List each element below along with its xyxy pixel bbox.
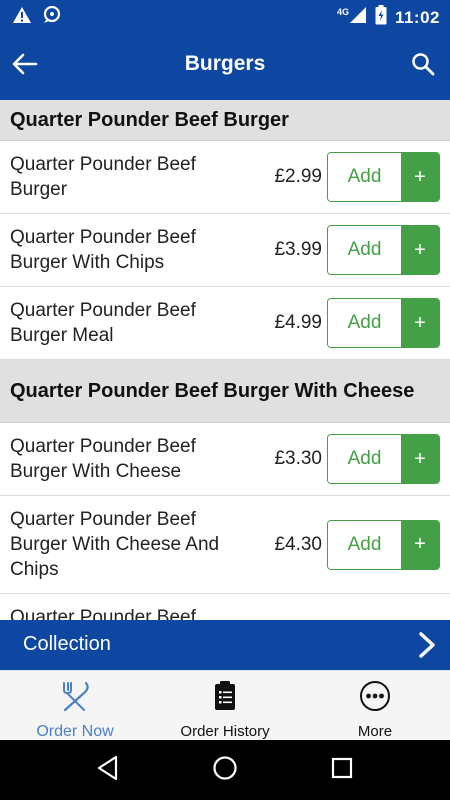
- menu-item: Quarter Pounder Beef Burger With Chips £…: [0, 214, 450, 287]
- add-button[interactable]: Add: [328, 299, 401, 347]
- add-button[interactable]: Add: [328, 226, 401, 274]
- tab-order-history[interactable]: Order History: [150, 671, 300, 740]
- network-type-label: 4G: [336, 6, 349, 17]
- menu-item: Quarter Pounder Beef Burger Meal £4.99 A…: [0, 287, 450, 360]
- plus-button[interactable]: +: [401, 226, 439, 274]
- section-header: Quarter Pounder Beef Burger: [0, 100, 450, 141]
- plus-button[interactable]: +: [401, 299, 439, 347]
- item-name: Quarter Pounder Beef Burger With Chips: [10, 227, 196, 273]
- more-dots-icon: [359, 680, 391, 717]
- search-icon: [411, 52, 435, 81]
- add-button-group: Add +: [327, 298, 440, 348]
- bottom-nav: Order Now Order History More: [0, 670, 450, 740]
- recents-square-icon[interactable]: [330, 756, 354, 785]
- item-name: Quarter Pounder Beef Burger With Cheese …: [10, 509, 220, 580]
- item-name: Quarter Pounder Beef Burger With Cheese: [10, 436, 196, 482]
- tab-label: Order Now: [36, 723, 114, 740]
- status-time: 11:02: [394, 7, 440, 27]
- item-price: £3.30: [274, 448, 322, 469]
- item-name: Quarter Pounder Beef Burger: [10, 154, 196, 200]
- clipboard-icon: [212, 680, 238, 717]
- tab-more[interactable]: More: [300, 671, 450, 740]
- page-title: Burgers: [184, 52, 266, 75]
- add-button[interactable]: Add: [328, 435, 401, 483]
- home-circle-icon[interactable]: [212, 755, 238, 786]
- section-header: Quarter Pounder Beef Burger With Cheese: [0, 360, 450, 423]
- battery-icon: [375, 5, 387, 30]
- chevron-right-icon: [418, 632, 436, 663]
- menu-item: Quarter Pounder Beef Burger £2.99 Add +: [0, 141, 450, 214]
- collection-bar[interactable]: Collection: [0, 620, 450, 670]
- add-button-group: Add +: [327, 225, 440, 275]
- plus-button[interactable]: +: [401, 435, 439, 483]
- menu-item: Quarter Pounder Beef Burger With Cheese …: [0, 496, 450, 594]
- item-price: £4.30: [274, 533, 322, 555]
- notification-icon: [42, 5, 62, 29]
- add-button-group: Add +: [327, 152, 440, 202]
- signal-icon: [349, 6, 367, 29]
- status-bar: 4G 11:02: [0, 0, 450, 32]
- fork-knife-icon: [59, 680, 91, 717]
- menu-item: Quarter Pounder Beef Burger With Cheese …: [0, 423, 450, 496]
- add-button-group: Add +: [327, 434, 440, 484]
- item-price: £3.99: [274, 239, 322, 260]
- item-price: £4.99: [274, 312, 322, 333]
- item-price: £2.99: [274, 166, 322, 187]
- menu-item: Quarter Pounder Beef: [0, 594, 450, 620]
- add-button-group: Add +: [327, 519, 440, 570]
- warning-icon: [12, 6, 32, 29]
- menu-list[interactable]: Quarter Pounder Beef Burger Quarter Poun…: [0, 100, 450, 620]
- tab-label: Order History: [180, 723, 270, 740]
- system-nav-bar: [0, 740, 450, 800]
- tab-label: More: [357, 723, 393, 740]
- collection-label: Collection: [23, 633, 111, 655]
- plus-button[interactable]: +: [401, 153, 439, 201]
- add-button[interactable]: Add: [328, 520, 401, 569]
- add-button[interactable]: Add: [328, 153, 401, 201]
- plus-button[interactable]: +: [401, 520, 439, 569]
- item-name: Quarter Pounder Beef: [10, 607, 196, 620]
- app-bar: Burgers: [0, 32, 450, 100]
- tab-order-now[interactable]: Order Now: [0, 671, 150, 740]
- search-button[interactable]: [406, 49, 440, 83]
- back-triangle-icon[interactable]: [96, 755, 120, 786]
- item-name: Quarter Pounder Beef Burger Meal: [10, 300, 196, 346]
